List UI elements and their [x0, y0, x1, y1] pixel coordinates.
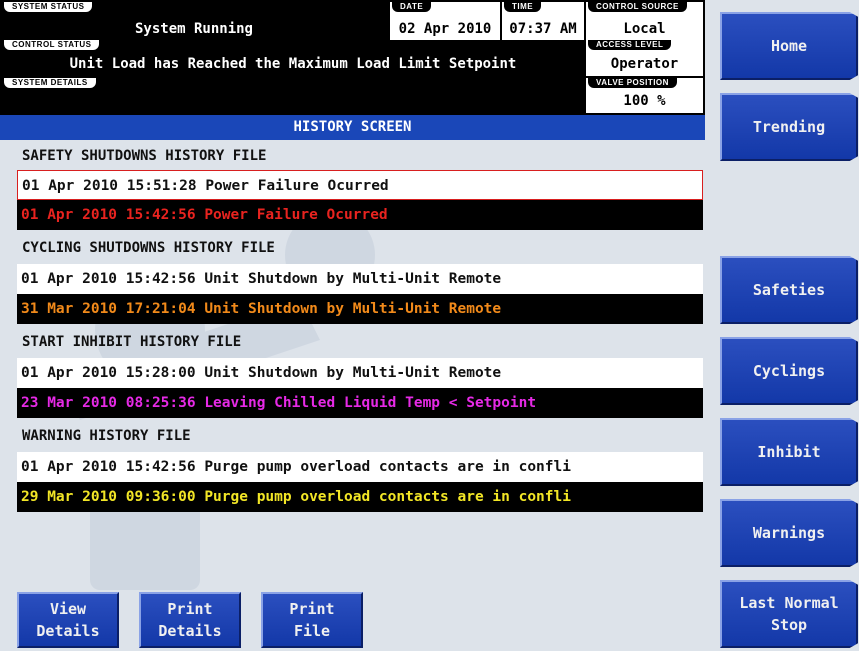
status-bar: SYSTEM STATUS System Running DATE 02 Apr…: [0, 0, 705, 115]
system-details-box: SYSTEM DETAILS: [2, 78, 584, 113]
nav-inhibit-button[interactable]: Inhibit: [720, 418, 858, 486]
date-label: DATE: [392, 2, 432, 12]
control-source-label: CONTROL SOURCE: [588, 2, 687, 12]
print-details-button[interactable]: Print Details: [139, 592, 241, 648]
control-source-value: Local: [623, 21, 666, 37]
date-box: DATE 02 Apr 2010: [390, 2, 500, 40]
history-record-warning-1[interactable]: 01 Apr 2010 15:42:56 Purge pump overload…: [17, 452, 703, 482]
valve-position-value: 100 %: [623, 93, 666, 109]
history-record-safety-2[interactable]: 01 Apr 2010 15:42:56 Power Failure Ocurr…: [17, 200, 703, 230]
access-level-label: ACCESS LEVEL: [588, 40, 672, 50]
access-level-value: Operator: [610, 56, 679, 72]
system-status-box: SYSTEM STATUS System Running: [2, 2, 386, 40]
screen-title: HISTORY SCREEN: [0, 115, 705, 140]
control-status-value: Unit Load has Reached the Maximum Load L…: [69, 56, 517, 72]
system-status-label: SYSTEM STATUS: [4, 2, 93, 12]
section-header-cycling: CYCLING SHUTDOWNS HISTORY FILE: [22, 240, 275, 256]
system-status-value: System Running: [134, 21, 253, 37]
history-record-inhibit-1[interactable]: 01 Apr 2010 15:28:00 Unit Shutdown by Mu…: [17, 358, 703, 388]
nav-home-button[interactable]: Home: [720, 12, 858, 80]
control-source-box: CONTROL SOURCE Local: [586, 2, 703, 40]
time-box: TIME 07:37 AM: [502, 2, 584, 40]
history-record-cycling-1[interactable]: 01 Apr 2010 15:42:56 Unit Shutdown by Mu…: [17, 264, 703, 294]
time-label: TIME: [504, 2, 542, 12]
control-status-label: CONTROL STATUS: [4, 40, 100, 50]
valve-position-label: VALVE POSITION: [588, 78, 677, 88]
valve-position-box: VALVE POSITION 100 %: [586, 78, 703, 113]
access-level-box: ACCESS LEVEL Operator: [586, 40, 703, 76]
control-status-box: CONTROL STATUS Unit Load has Reached the…: [2, 40, 584, 76]
nav-trending-button[interactable]: Trending: [720, 93, 858, 161]
history-record-inhibit-2[interactable]: 23 Mar 2010 08:25:36 Leaving Chilled Liq…: [17, 388, 703, 418]
nav-cyclings-button[interactable]: Cyclings: [720, 337, 858, 405]
section-header-inhibit: START INHIBIT HISTORY FILE: [22, 334, 242, 350]
history-record-safety-1[interactable]: 01 Apr 2010 15:51:28 Power Failure Ocurr…: [17, 170, 703, 200]
time-value: 07:37 AM: [509, 21, 577, 37]
nav-safeties-button[interactable]: Safeties: [720, 256, 858, 324]
section-header-warning: WARNING HISTORY FILE: [22, 428, 191, 444]
view-details-button[interactable]: View Details: [17, 592, 119, 648]
system-details-label: SYSTEM DETAILS: [4, 78, 96, 88]
history-record-warning-2[interactable]: 29 Mar 2010 09:36:00 Purge pump overload…: [17, 482, 703, 512]
nav-warnings-button[interactable]: Warnings: [720, 499, 858, 567]
section-header-safety: SAFETY SHUTDOWNS HISTORY FILE: [22, 148, 267, 164]
history-record-cycling-2[interactable]: 31 Mar 2010 17:21:04 Unit Shutdown by Mu…: [17, 294, 703, 324]
print-file-button[interactable]: Print File: [261, 592, 363, 648]
nav-last-normal-stop-button[interactable]: Last Normal Stop: [720, 580, 858, 648]
date-value: 02 Apr 2010: [398, 21, 492, 37]
